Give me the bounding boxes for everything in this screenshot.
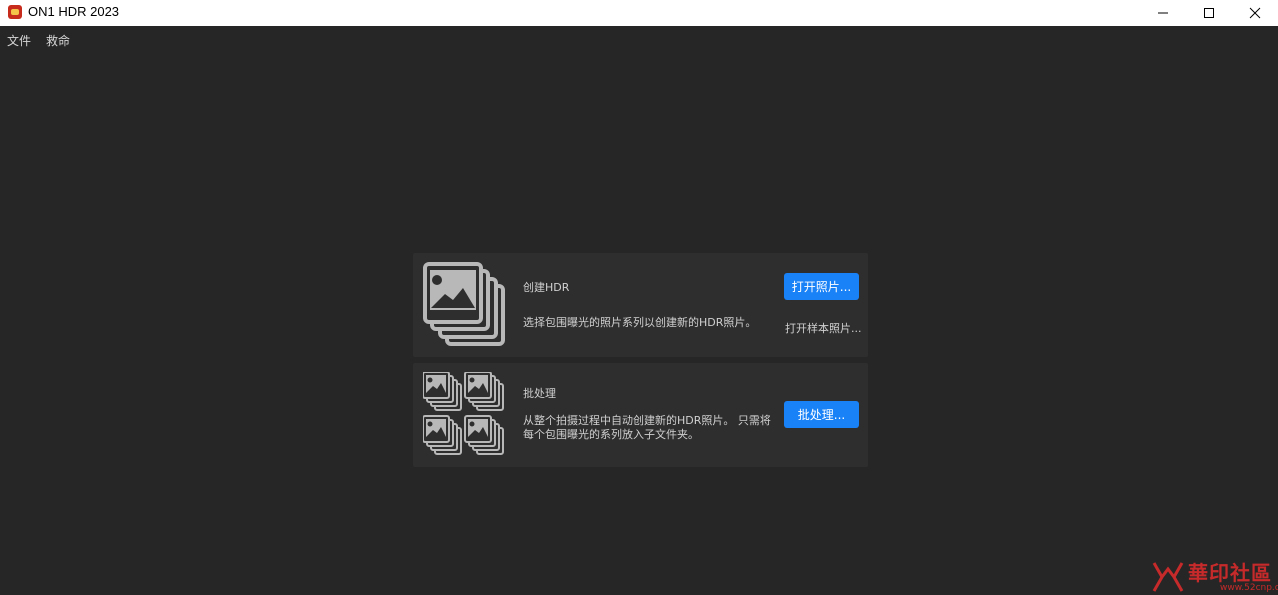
minimize-button[interactable] — [1140, 0, 1186, 26]
batch-photo-stacks-icon — [423, 372, 504, 455]
menu-bar: 文件 救命 — [0, 26, 1278, 54]
maximize-button[interactable] — [1186, 0, 1232, 26]
app-icon — [8, 5, 22, 19]
close-icon — [1249, 7, 1261, 19]
window-title: ON1 HDR 2023 — [28, 4, 120, 19]
menu-help[interactable]: 救命 — [46, 32, 70, 49]
watermark: 華印社區 www.52cnp.com — [1150, 555, 1278, 595]
batch-title: 批处理 — [523, 387, 556, 400]
create-hdr-title: 创建HDR — [523, 281, 570, 294]
title-bar: ON1 HDR 2023 — [0, 0, 1278, 26]
batch-button[interactable]: 批处理... — [784, 401, 859, 428]
maximize-icon — [1204, 8, 1214, 18]
watermark-logo-icon — [1152, 562, 1184, 592]
create-hdr-description: 选择包围曝光的照片系列以创建新的HDR照片。 — [523, 316, 757, 329]
watermark-text: 華印社區 — [1188, 561, 1272, 585]
menu-file[interactable]: 文件 — [7, 32, 31, 49]
photo-stack-icon — [423, 262, 505, 346]
watermark-url: www.52cnp.com — [1220, 583, 1278, 593]
minimize-icon — [1158, 12, 1168, 14]
create-hdr-card: 创建HDR 选择包围曝光的照片系列以创建新的HDR照片。 打开照片... 打开样… — [413, 253, 868, 357]
batch-card: 批处理 从整个拍摄过程中自动创建新的HDR照片。 只需将每个包围曝光的系列放入子… — [413, 363, 868, 467]
close-button[interactable] — [1232, 0, 1278, 26]
open-sample-photos-link[interactable]: 打开样本照片... — [785, 320, 862, 336]
open-photos-button[interactable]: 打开照片... — [784, 273, 859, 300]
batch-description: 从整个拍摄过程中自动创建新的HDR照片。 只需将每个包围曝光的系列放入子文件夹。 — [523, 414, 771, 441]
